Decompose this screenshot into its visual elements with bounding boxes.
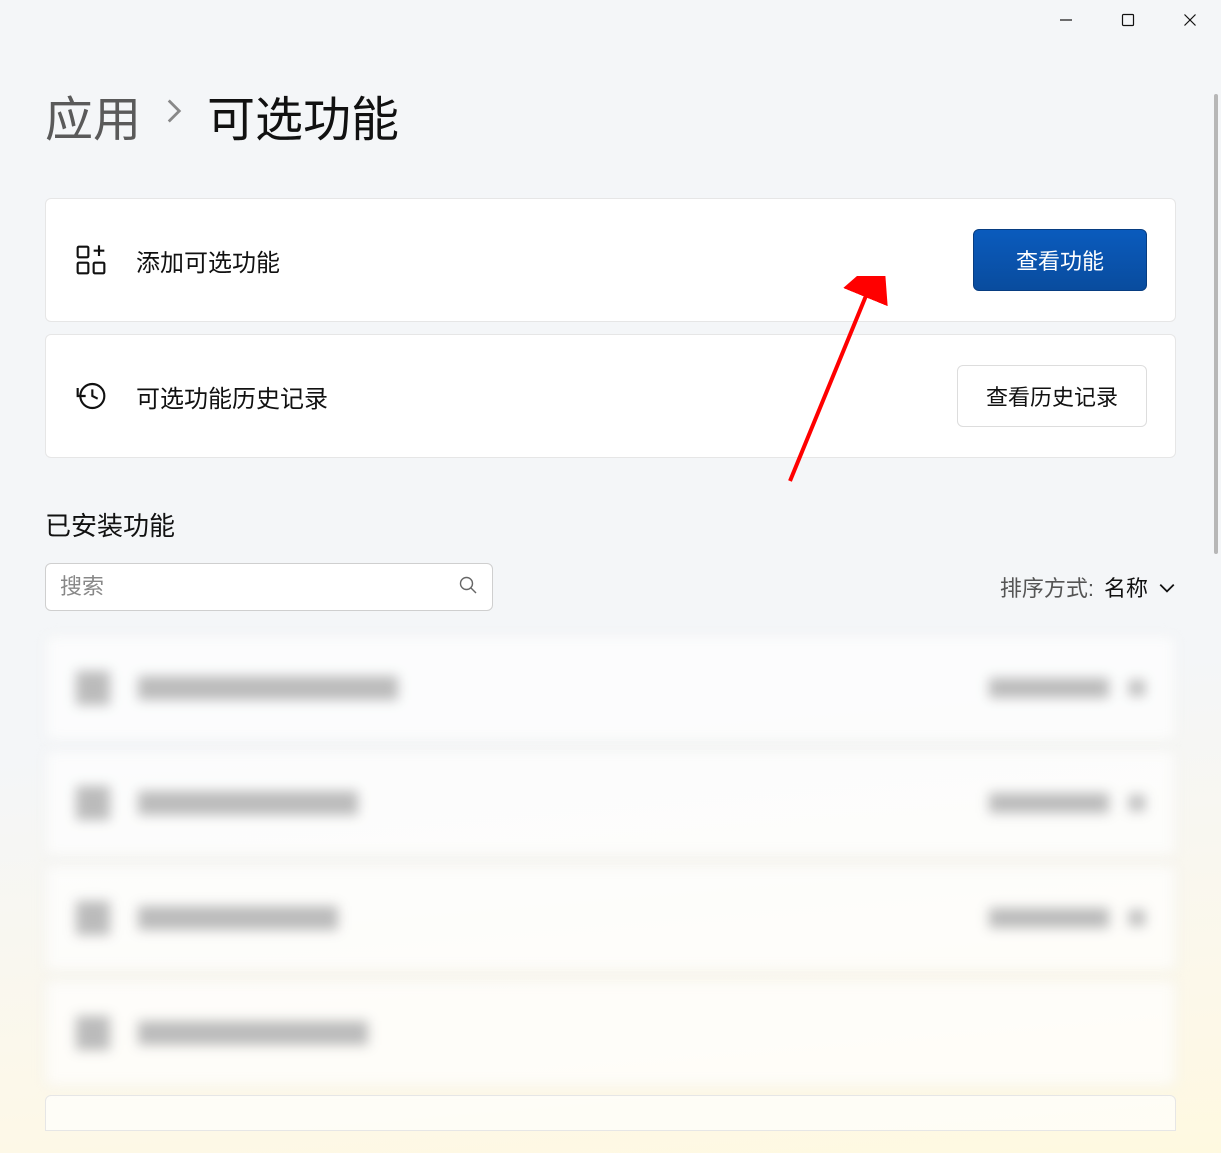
history-card: 可选功能历史记录 查看历史记录 xyxy=(45,334,1176,458)
close-button[interactable] xyxy=(1159,0,1221,40)
feature-size xyxy=(989,908,1109,928)
scrollbar-thumb[interactable] xyxy=(1214,94,1218,554)
minimize-button[interactable] xyxy=(1035,0,1097,40)
view-history-button[interactable]: 查看历史记录 xyxy=(957,365,1147,427)
list-item[interactable] xyxy=(45,635,1176,741)
search-box[interactable] xyxy=(45,563,493,611)
minimize-icon xyxy=(1059,13,1073,27)
list-item[interactable] xyxy=(45,750,1176,856)
add-feature-card: 添加可选功能 查看功能 xyxy=(45,198,1176,322)
feature-name xyxy=(138,906,338,930)
feature-icon xyxy=(76,1016,110,1050)
list-item[interactable] xyxy=(45,980,1176,1086)
search-input[interactable] xyxy=(60,574,458,600)
chevron-right-icon xyxy=(165,97,183,133)
maximize-button[interactable] xyxy=(1097,0,1159,40)
window-controls xyxy=(1035,0,1221,40)
feature-icon xyxy=(76,901,110,935)
sort-label: 排序方式: xyxy=(1000,571,1094,603)
feature-name xyxy=(138,1021,368,1045)
chevron-down-icon xyxy=(1129,910,1145,926)
close-icon xyxy=(1183,13,1197,27)
page-title: 可选功能 xyxy=(207,80,399,150)
apps-add-icon xyxy=(74,243,108,277)
breadcrumb: 应用 可选功能 xyxy=(45,80,1176,150)
feature-icon xyxy=(76,786,110,820)
feature-name xyxy=(138,676,398,700)
feature-size xyxy=(989,678,1109,698)
chevron-down-icon xyxy=(1158,574,1176,600)
search-icon xyxy=(458,575,478,600)
sort-control[interactable]: 排序方式: 名称 xyxy=(1000,571,1176,603)
view-features-button[interactable]: 查看功能 xyxy=(973,229,1147,291)
installed-section-title: 已安装功能 xyxy=(45,506,1176,543)
chevron-down-icon xyxy=(1129,680,1145,696)
feature-name xyxy=(138,791,358,815)
history-icon xyxy=(74,379,108,413)
maximize-icon xyxy=(1121,13,1135,27)
list-item[interactable] xyxy=(45,1095,1176,1131)
list-item[interactable] xyxy=(45,865,1176,971)
breadcrumb-root[interactable]: 应用 xyxy=(45,80,141,150)
feature-size xyxy=(989,793,1109,813)
sort-value: 名称 xyxy=(1104,571,1148,603)
history-label: 可选功能历史记录 xyxy=(136,379,957,414)
feature-icon xyxy=(76,671,110,705)
add-feature-label: 添加可选功能 xyxy=(136,243,973,278)
chevron-down-icon xyxy=(1129,795,1145,811)
